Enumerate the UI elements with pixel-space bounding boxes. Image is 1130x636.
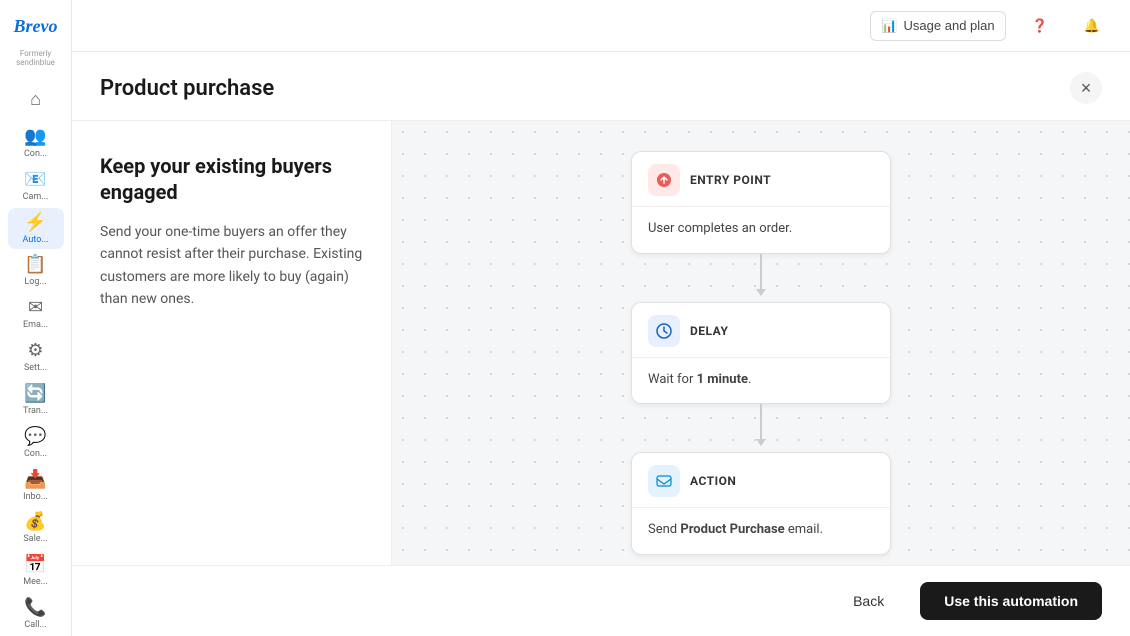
action-description: Send Product Purchase email. xyxy=(648,522,823,537)
connector-1 xyxy=(760,254,762,290)
inbox-label: Inbo... xyxy=(23,492,48,502)
sidebar-item-automations[interactable]: ⚡ Auto... xyxy=(8,208,64,249)
usage-plan-label: Usage and plan xyxy=(904,18,995,33)
sidebar-item-logs[interactable]: 📋 Log... xyxy=(8,251,64,292)
meetings-icon: 📅 xyxy=(24,554,46,575)
entry-point-header: ENTRY POINT xyxy=(632,152,890,207)
logo-text: Brevo xyxy=(14,16,58,37)
inbox-icon: 📥 xyxy=(24,469,46,490)
modal-header: Product purchase × xyxy=(72,52,1130,121)
logo: Brevo xyxy=(10,8,62,45)
meetings-label: Mee... xyxy=(23,577,48,587)
formerly-text: Formerly sendinblue xyxy=(0,49,71,67)
close-icon: × xyxy=(1081,78,1092,99)
sidebar-item-campaigns[interactable]: 📧 Cam... xyxy=(8,165,64,206)
usage-plan-button[interactable]: 📊 Usage and plan xyxy=(870,11,1005,41)
campaigns-label: Cam... xyxy=(23,192,49,202)
campaigns-icon: 📧 xyxy=(24,169,46,190)
usage-plan-icon: 📊 xyxy=(881,18,897,34)
transactional-icon: 🔄 xyxy=(24,383,46,404)
action-node: ACTION Send Product Purchase email. xyxy=(631,452,891,555)
transactional-label: Tran... xyxy=(23,406,48,416)
action-body: Send Product Purchase email. xyxy=(632,508,890,554)
connector-2 xyxy=(760,404,762,440)
notifications-button[interactable]: 🔔 xyxy=(1074,12,1110,40)
delay-body: Wait for 1 minute. xyxy=(632,358,890,404)
delay-header: DELAY xyxy=(632,303,890,358)
action-title: ACTION xyxy=(690,474,736,488)
logs-label: Log... xyxy=(24,277,46,287)
sidebar-item-sales[interactable]: 💰 Sale... xyxy=(8,508,64,549)
delay-icon xyxy=(648,315,680,347)
left-panel-title: Keep your existing buyers engaged xyxy=(100,153,363,205)
entry-point-description: User completes an order. xyxy=(648,221,792,236)
flow-container: ENTRY POINT User completes an order. xyxy=(631,151,891,555)
left-panel-description: Send your one-time buyers an offer they … xyxy=(100,221,363,311)
email-label: Ema... xyxy=(23,320,48,330)
automations-icon: ⚡ xyxy=(24,212,46,233)
sidebar-item-contacts[interactable]: 👥 Con... xyxy=(8,122,64,163)
home-icon: ⌂ xyxy=(30,89,41,110)
header: 📊 Usage and plan ❓ 🔔 xyxy=(72,0,1130,52)
delay-node: DELAY Wait for 1 minute. xyxy=(631,302,891,405)
bell-icon: 🔔 xyxy=(1084,18,1100,34)
sales-icon: 💰 xyxy=(24,511,46,532)
delay-prefix: Wait for xyxy=(648,372,697,387)
settings-icon: ⚙ xyxy=(27,340,43,361)
action-bold: Product Purchase xyxy=(680,522,784,537)
email-icon: ✉ xyxy=(28,297,43,318)
sales-label: Sale... xyxy=(23,534,47,544)
entry-point-body: User completes an order. xyxy=(632,207,890,253)
calls-label: Call... xyxy=(24,620,46,630)
conversations-icon: 💬 xyxy=(24,426,46,447)
sidebar-item-email[interactable]: ✉ Ema... xyxy=(8,293,64,334)
calls-icon: 📞 xyxy=(24,597,46,618)
back-button[interactable]: Back xyxy=(829,583,908,619)
modal: Product purchase × Keep your existing bu… xyxy=(72,52,1130,636)
delay-bold: 1 minute xyxy=(697,372,748,387)
entry-point-node: ENTRY POINT User completes an order. xyxy=(631,151,891,254)
delay-description: Wait for 1 minute. xyxy=(648,372,751,387)
sidebar-item-calls[interactable]: 📞 Call... xyxy=(8,593,64,634)
right-panel: ENTRY POINT User completes an order. xyxy=(392,121,1130,565)
sidebar-item-transactional[interactable]: 🔄 Tran... xyxy=(8,379,64,420)
action-prefix: Send xyxy=(648,522,680,537)
entry-point-title: ENTRY POINT xyxy=(690,173,771,187)
entry-point-icon xyxy=(648,164,680,196)
settings-label: Sett... xyxy=(24,363,47,373)
sidebar-item-settings[interactable]: ⚙ Sett... xyxy=(8,336,64,377)
automations-label: Auto... xyxy=(23,235,49,245)
action-header: ACTION xyxy=(632,453,890,508)
action-suffix: email. xyxy=(785,522,823,537)
action-icon xyxy=(648,465,680,497)
conversations-label: Con... xyxy=(24,449,47,459)
help-icon: ❓ xyxy=(1032,18,1048,34)
modal-title: Product purchase xyxy=(100,76,274,101)
use-automation-button[interactable]: Use this automation xyxy=(920,582,1102,620)
delay-suffix: . xyxy=(748,372,751,387)
contacts-label: Con... xyxy=(24,149,47,159)
logs-icon: 📋 xyxy=(24,254,46,275)
sidebar-item-inbox[interactable]: 📥 Inbo... xyxy=(8,465,64,506)
help-button[interactable]: ❓ xyxy=(1022,12,1058,40)
delay-title: DELAY xyxy=(690,324,728,338)
sidebar-item-meetings[interactable]: 📅 Mee... xyxy=(8,550,64,591)
sidebar-item-conversations[interactable]: 💬 Con... xyxy=(8,422,64,463)
contacts-icon: 👥 xyxy=(24,126,46,147)
modal-body: Keep your existing buyers engaged Send y… xyxy=(72,121,1130,565)
sidebar: Brevo Formerly sendinblue ⌂ 👥 Con... 📧 C… xyxy=(0,0,72,636)
modal-footer: Back Use this automation xyxy=(72,565,1130,636)
modal-close-button[interactable]: × xyxy=(1070,72,1102,104)
sidebar-item-home[interactable]: ⌂ xyxy=(8,79,64,120)
left-panel: Keep your existing buyers engaged Send y… xyxy=(72,121,392,565)
